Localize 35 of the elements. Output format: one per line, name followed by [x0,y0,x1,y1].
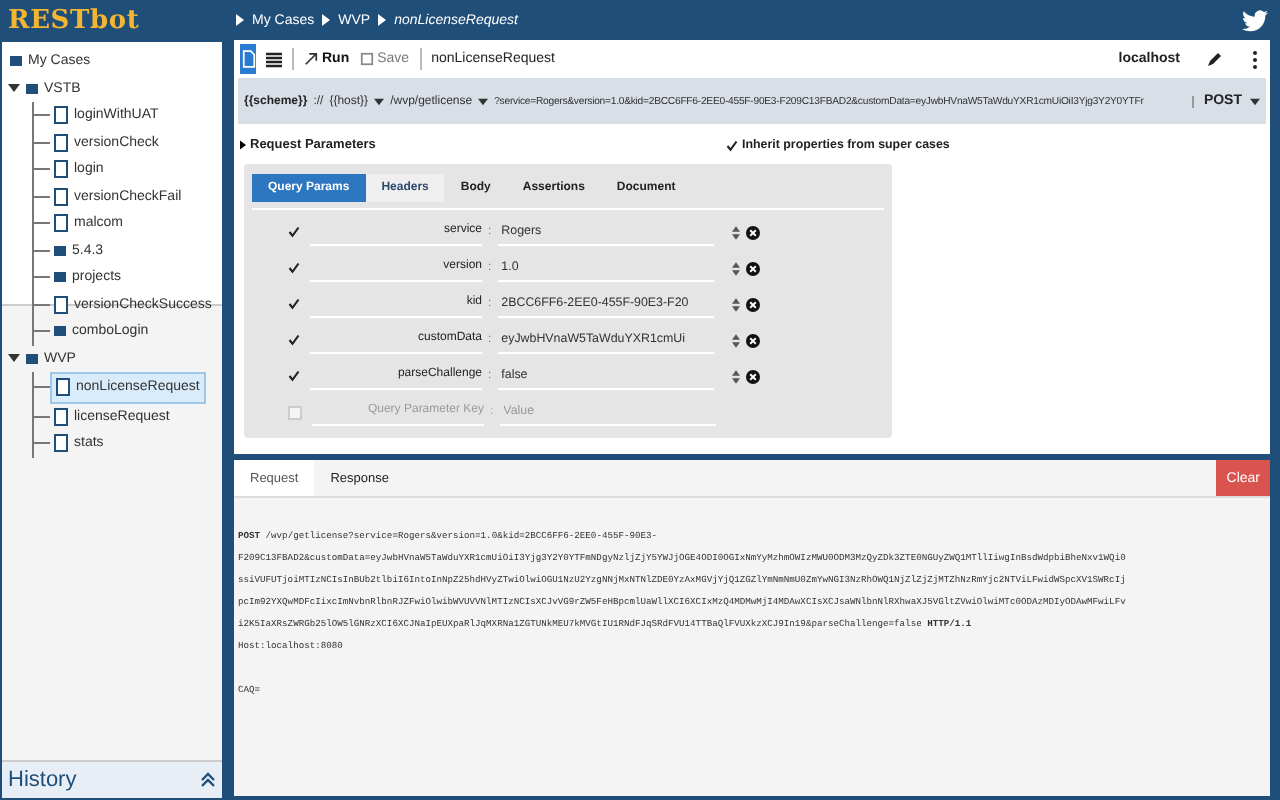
logo: RESTbot [8,5,142,35]
remove-icon[interactable] [745,297,760,311]
remove-icon[interactable] [745,369,760,383]
remove-icon[interactable] [745,261,760,275]
checkbox[interactable] [288,370,300,382]
sort-icon[interactable] [731,261,740,275]
caret-icon[interactable] [374,97,385,105]
expand-toggle[interactable] [6,82,22,95]
checkbox[interactable] [288,262,300,274]
bird-icon[interactable] [1242,9,1268,31]
sort-icon[interactable] [731,225,740,239]
caret-icon [240,140,246,150]
sort-icon[interactable] [731,333,740,347]
expand-toggle[interactable] [6,352,22,365]
checkbox[interactable] [726,139,738,151]
caret-icon [236,14,244,26]
checkbox[interactable] [288,226,300,238]
remove-icon[interactable] [745,225,760,239]
save-icon [359,52,374,66]
caret-icon [1250,97,1260,105]
caret-icon [378,14,387,26]
checkbox[interactable] [288,334,300,346]
history-title: History [8,768,77,792]
caret-icon [322,14,331,26]
caret-icon[interactable] [478,97,489,105]
sort-icon[interactable] [731,369,740,383]
arrow-icon [304,52,318,66]
checkbox[interactable] [288,298,300,310]
remove-icon[interactable] [745,333,760,347]
sort-icon[interactable] [731,297,740,311]
document-view-button[interactable] [240,44,256,74]
collapse-icon[interactable] [200,772,216,788]
edit-icon[interactable] [1206,51,1222,67]
more-icon[interactable] [1252,49,1258,69]
list-icon[interactable] [266,51,282,67]
